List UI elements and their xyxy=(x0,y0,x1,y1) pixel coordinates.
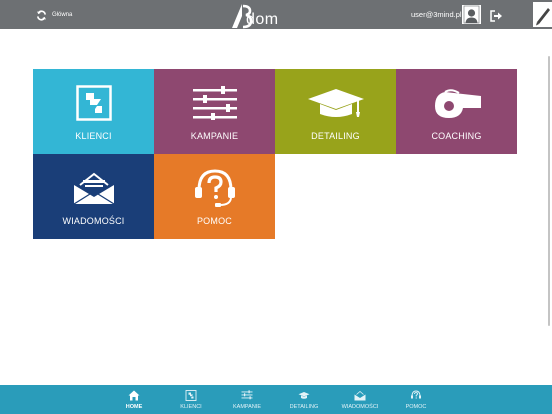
tile-kampanie[interactable]: KAMPANIE xyxy=(154,69,275,154)
envelope-icon xyxy=(73,172,114,205)
nav-label: KLIENCI xyxy=(180,404,202,410)
edit-button[interactable] xyxy=(533,2,552,27)
tile-pomoc[interactable]: POMOC xyxy=(154,154,275,239)
home-icon xyxy=(128,390,140,401)
top-bar: Główna dom user@3mind.pl xyxy=(0,0,552,29)
user-avatar-icon xyxy=(462,5,481,24)
tile-label: COACHING xyxy=(431,131,482,141)
whistle-icon xyxy=(434,89,481,118)
scrollbar[interactable] xyxy=(548,56,550,326)
nav-label: KAMPANIE xyxy=(232,404,261,410)
tile-klienci[interactable]: KLIENCI xyxy=(33,69,154,154)
bottom-nav: HOME KLIENCI KAMPANIE DETAILING WIADOMOŚ… xyxy=(0,385,552,414)
user-email: user@3mind.pl xyxy=(411,10,462,19)
logout-icon xyxy=(490,10,502,22)
graduation-cap-icon xyxy=(298,392,310,399)
pencil-icon xyxy=(536,8,550,26)
clients-icon xyxy=(75,85,112,121)
tile-label: POMOC xyxy=(196,216,232,226)
envelope-icon xyxy=(354,390,366,401)
home-link-label: Główna xyxy=(52,12,73,18)
home-link[interactable]: Główna xyxy=(36,8,72,22)
help-headset-icon xyxy=(194,169,235,207)
avatar[interactable] xyxy=(462,5,481,24)
nav-label: WIADOMOŚCI xyxy=(341,404,379,410)
tile-detailing[interactable]: DETAILING xyxy=(275,69,396,154)
nav-label: POMOC xyxy=(405,404,427,410)
nav-item-klienci[interactable]: KLIENCI xyxy=(161,385,221,414)
tile-wiadomosci[interactable]: WIADOMOŚCI xyxy=(33,154,154,239)
sliders-icon xyxy=(241,390,253,400)
app-logo: dom xyxy=(230,3,290,29)
clients-icon xyxy=(185,390,197,401)
nav-item-wiadomosci[interactable]: WIADOMOŚCI xyxy=(330,385,390,414)
tile-label: WIADOMOŚCI xyxy=(62,216,125,226)
nav-item-home[interactable]: HOME xyxy=(104,385,164,414)
help-headset-icon xyxy=(411,390,421,399)
nav-item-pomoc[interactable]: POMOC xyxy=(386,385,446,414)
graduation-cap-icon xyxy=(307,89,364,117)
tile-label: DETAILING xyxy=(311,131,360,141)
tile-coaching[interactable]: COACHING xyxy=(396,69,517,154)
nav-item-kampanie[interactable]: KAMPANIE xyxy=(217,385,277,414)
logo-text: dom xyxy=(246,11,279,28)
nav-label: HOME xyxy=(125,404,143,410)
sliders-icon xyxy=(192,86,237,120)
nav-item-detailing[interactable]: DETAILING xyxy=(274,385,334,414)
logout-button[interactable] xyxy=(490,9,503,22)
tile-label: KLIENCI xyxy=(75,131,112,141)
tile-label: KAMPANIE xyxy=(190,131,239,141)
refresh-icon xyxy=(37,10,46,20)
nav-label: DETAILING xyxy=(289,404,319,410)
